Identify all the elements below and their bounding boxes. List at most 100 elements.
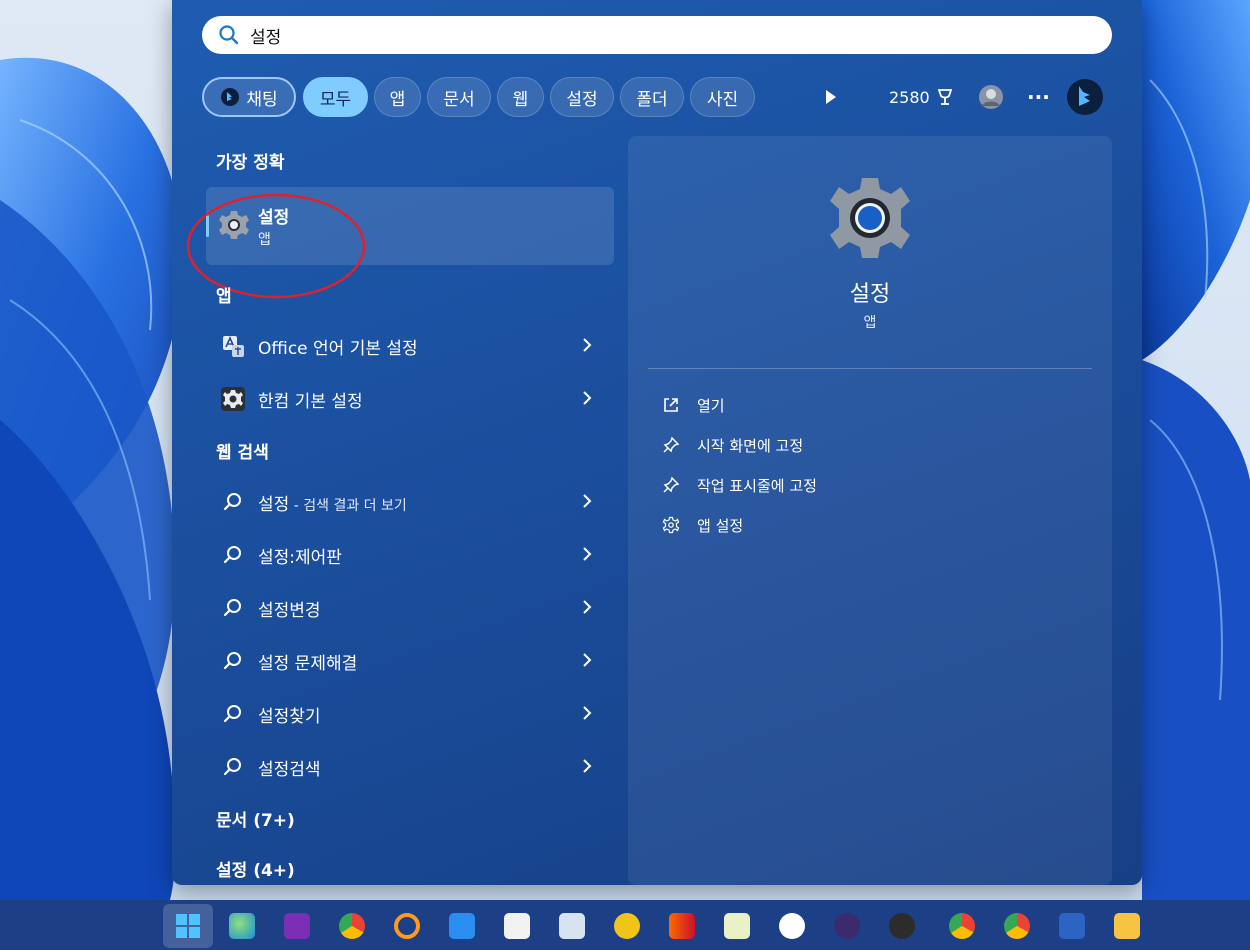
chevron-right-icon [583, 653, 592, 667]
file-explorer-icon[interactable] [1114, 913, 1140, 939]
bing-button[interactable] [1065, 77, 1105, 117]
tab-documents-label: 문서 [443, 89, 475, 110]
search-icon [223, 546, 241, 564]
web-result-query: 설정 [258, 495, 290, 515]
web-result-query: 설정변경 [258, 601, 321, 621]
action-open-label: 열기 [697, 396, 725, 415]
tab-web[interactable]: 웹 [497, 77, 544, 117]
tab-folders-label: 폴더 [636, 89, 668, 110]
hwp-icon[interactable] [559, 913, 585, 939]
web-result[interactable]: 설정 - 검색 결과 더 보기 [206, 477, 614, 525]
search-input[interactable] [250, 20, 1070, 50]
app-icon[interactable] [614, 913, 640, 939]
chrome-icon[interactable] [339, 913, 365, 939]
bing-icon [1067, 79, 1103, 115]
action-pin-start[interactable]: 시작 화면에 고정 [662, 430, 962, 460]
app-icon[interactable] [504, 913, 530, 939]
tab-photos-label: 사진 [706, 89, 739, 110]
section-web-search: 웹 검색 [216, 443, 269, 463]
settings-gear-icon [830, 178, 910, 258]
chevron-right-icon [583, 547, 592, 561]
web-result-query: 설정 문제해결 [258, 654, 358, 674]
vscode-icon[interactable] [449, 913, 475, 939]
tab-apps[interactable]: 앱 [374, 77, 421, 117]
detail-title: 설정 [849, 282, 891, 307]
app-result-label: Office 언어 기본 설정 [258, 339, 418, 359]
chrome-icon[interactable] [1004, 913, 1030, 939]
chrome-icon[interactable] [949, 913, 975, 939]
notepad-icon[interactable] [724, 913, 750, 939]
user-avatar[interactable] [978, 77, 1004, 117]
search-magnifier-icon[interactable] [394, 913, 420, 939]
web-result[interactable]: 설정 문제해결 [206, 636, 614, 684]
bing-chat-icon [221, 88, 240, 106]
more-options-button[interactable]: ··· [1027, 77, 1050, 117]
tab-settings[interactable]: 설정 [550, 77, 614, 117]
web-result[interactable]: 설정:제어판 [206, 530, 614, 578]
chevron-right-icon [583, 706, 592, 720]
detail-divider [648, 368, 1092, 369]
detail-pane: 설정 앱 열기 시작 화면에 고정 작업 표시줄에 고정 앱 설정 [628, 136, 1112, 885]
search-icon [223, 758, 241, 776]
word-icon[interactable] [1059, 913, 1085, 939]
action-pin-taskbar-label: 작업 표시줄에 고정 [697, 476, 817, 495]
windows-start-icon [176, 914, 200, 938]
app-result-office-language[interactable]: Office 언어 기본 설정 [206, 321, 614, 369]
action-open[interactable]: 열기 [662, 390, 962, 420]
app-icon[interactable] [834, 913, 860, 939]
app-result-label: 한컴 기본 설정 [258, 392, 363, 412]
edge-icon[interactable] [229, 913, 255, 939]
section-apps: 앱 [216, 287, 232, 307]
pin-icon [663, 476, 680, 493]
pin-icon [663, 436, 680, 453]
avatar [979, 85, 1003, 109]
filter-tabs: 채팅 모두 앱 문서 웹 설정 폴더 사진 [202, 77, 1112, 117]
rewards-icon [937, 89, 952, 105]
search-icon [219, 25, 239, 45]
tab-apps-label: 앱 [389, 89, 406, 110]
rewards-points-value: 2580 [889, 87, 930, 107]
action-app-settings-label: 앱 설정 [697, 516, 744, 535]
chevron-right-icon [583, 759, 592, 773]
search-icon [223, 652, 241, 670]
gear-icon [662, 516, 680, 534]
rewards-points[interactable]: 2580 [889, 77, 956, 117]
search-icon [223, 599, 241, 617]
app-icon[interactable] [779, 913, 805, 939]
action-pin-start-label: 시작 화면에 고정 [697, 436, 804, 455]
start-button[interactable] [163, 904, 213, 948]
play-icon [826, 90, 836, 104]
web-result[interactable]: 설정변경 [206, 583, 614, 631]
tab-all-label: 모두 [319, 89, 352, 110]
action-app-settings[interactable]: 앱 설정 [662, 510, 962, 540]
section-documents[interactable]: 문서 (7+) [216, 806, 295, 831]
chevron-right-icon [583, 600, 592, 614]
search-box[interactable] [202, 16, 1112, 54]
search-icon [223, 493, 241, 511]
tab-settings-label: 설정 [566, 89, 598, 110]
web-result-query: 설정:제어판 [258, 548, 342, 568]
app-result-hancom-settings[interactable]: 한컴 기본 설정 [206, 374, 614, 422]
annotation-ellipse [186, 193, 366, 299]
tab-folders[interactable]: 폴더 [620, 77, 684, 117]
chevron-right-icon [583, 494, 592, 508]
chevron-right-icon [583, 391, 592, 405]
tab-chat[interactable]: 채팅 [202, 77, 296, 117]
onenote-icon[interactable] [284, 913, 310, 939]
chevron-right-icon [583, 338, 592, 352]
detail-subtitle: 앱 [863, 315, 877, 331]
web-result-query: 설정검색 [258, 760, 321, 780]
section-best-match: 가장 정확 [216, 153, 285, 173]
search-flyout: 채팅 모두 앱 문서 웹 설정 폴더 사진 2580 [172, 0, 1142, 885]
more-tabs-button[interactable] [824, 77, 838, 117]
action-pin-taskbar[interactable]: 작업 표시줄에 고정 [662, 470, 962, 500]
taskbar [0, 900, 1250, 950]
web-result[interactable]: 설정검색 [206, 742, 614, 790]
web-result[interactable]: 설정찾기 [206, 689, 614, 737]
tab-photos[interactable]: 사진 [690, 77, 755, 117]
obs-icon[interactable] [889, 913, 915, 939]
tab-all[interactable]: 모두 [303, 77, 368, 117]
app-icon[interactable] [669, 913, 695, 939]
section-settings[interactable]: 설정 (4+) [216, 856, 295, 881]
tab-documents[interactable]: 문서 [427, 77, 491, 117]
